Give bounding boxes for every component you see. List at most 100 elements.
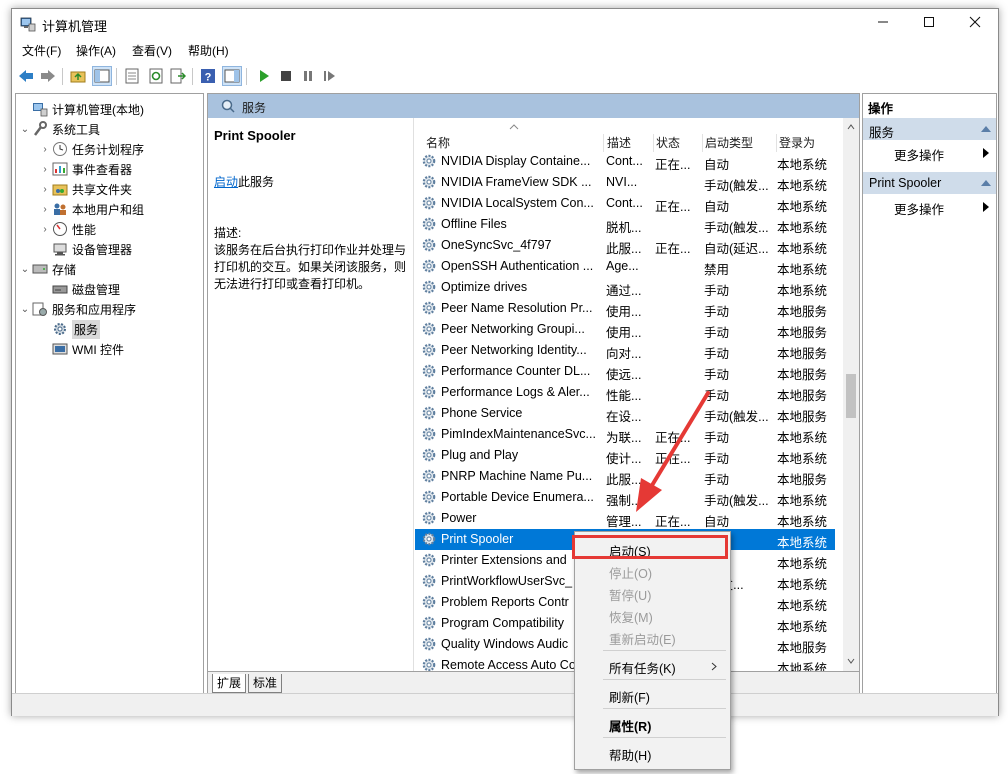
up-folder-button[interactable] bbox=[68, 66, 88, 86]
play-icon bbox=[260, 70, 269, 82]
minimize-button[interactable] bbox=[860, 9, 906, 39]
expanded-chevron-icon[interactable]: ⌄ bbox=[18, 124, 32, 135]
properties-button[interactable] bbox=[122, 66, 142, 86]
tab-standard[interactable]: 标准 bbox=[248, 674, 283, 693]
service-row[interactable]: OneSyncSvc_4f797 此服... 正在... 自动(延迟... 本地系统 bbox=[415, 235, 835, 256]
service-row[interactable]: Offline Files 脱机... 手动(触发... 本地系统 bbox=[415, 214, 835, 235]
service-row[interactable]: Peer Name Resolution Pr... 使用... 手动 本地服务 bbox=[415, 298, 835, 319]
service-row[interactable]: Portable Device Enumera... 强制... 手动(触发... 本… bbox=[415, 487, 835, 508]
context-all-tasks[interactable]: 所有任务(K) bbox=[575, 655, 730, 677]
export-list-button[interactable] bbox=[168, 66, 188, 86]
scrollbar-thumb[interactable] bbox=[846, 374, 856, 418]
service-row[interactable]: OpenSSH Authentication ... Age... 禁用 本地系统 bbox=[415, 256, 835, 277]
back-button[interactable] bbox=[16, 66, 36, 86]
service-description: 使用... bbox=[606, 326, 642, 340]
submenu-arrow-icon bbox=[983, 148, 989, 158]
disk-icon bbox=[52, 285, 68, 294]
column-status[interactable]: 状态 bbox=[654, 118, 702, 151]
column-startup-type[interactable]: 启动类型 bbox=[703, 118, 776, 151]
collapsed-chevron-icon[interactable]: › bbox=[38, 224, 52, 235]
show-action-pane-button[interactable] bbox=[222, 66, 242, 86]
context-refresh[interactable]: 刷新(F) bbox=[575, 684, 730, 706]
service-row[interactable]: NVIDIA FrameView SDK ... NVI... 手动(触发... 本地… bbox=[415, 172, 835, 193]
tree-services-apps[interactable]: ⌄ 服务和应用程序 bbox=[18, 299, 136, 319]
stop-service-button[interactable] bbox=[276, 66, 296, 86]
refresh-button[interactable] bbox=[146, 66, 166, 86]
more-actions-print-spooler[interactable]: 更多操作 bbox=[863, 195, 996, 217]
service-row[interactable]: Performance Logs & Aler... 性能... 手动 本地服务 bbox=[415, 382, 835, 403]
service-gear-icon bbox=[422, 448, 436, 462]
column-description[interactable]: 描述 bbox=[604, 118, 653, 151]
service-gear-icon bbox=[422, 406, 436, 420]
service-row[interactable]: Optimize drives 通过... 手动 本地系统 bbox=[415, 277, 835, 298]
context-properties[interactable]: 属性(R) bbox=[575, 713, 730, 735]
scroll-up-icon[interactable] bbox=[847, 124, 855, 130]
service-row[interactable]: Plug and Play 使计... 正在... 手动 本地系统 bbox=[415, 445, 835, 466]
more-actions-services[interactable]: 更多操作 bbox=[863, 141, 996, 163]
tree-system-tools[interactable]: ⌄ 系统工具 bbox=[18, 119, 100, 139]
service-row[interactable]: NVIDIA Display Containe... Cont... 正在... 自动… bbox=[415, 151, 835, 172]
service-name: Performance Counter DL... bbox=[441, 364, 591, 378]
expanded-chevron-icon[interactable]: ⌄ bbox=[18, 264, 32, 275]
menu-action[interactable]: 操作(A) bbox=[76, 42, 116, 59]
collapse-up-icon[interactable] bbox=[981, 126, 991, 132]
actions-group-services[interactable]: 服务 bbox=[863, 118, 996, 140]
service-row[interactable]: Performance Counter DL... 使远... 手动 本地服务 bbox=[415, 361, 835, 382]
service-row[interactable]: PimIndexMaintenanceSvc... 为联... 正在... 手动 本地系… bbox=[415, 424, 835, 445]
context-pause[interactable]: 暂停(U) bbox=[575, 582, 730, 604]
help-button[interactable]: ? bbox=[198, 66, 218, 86]
tree-shared-folders[interactable]: › 共享文件夹 bbox=[38, 179, 132, 199]
service-row[interactable]: NVIDIA LocalSystem Con... Cont... 正在... 自动 本… bbox=[415, 193, 835, 214]
collapsed-chevron-icon[interactable]: › bbox=[38, 144, 52, 155]
tree-task-scheduler[interactable]: › 任务计划程序 bbox=[38, 139, 144, 159]
tree-performance[interactable]: › 性能 bbox=[38, 219, 96, 239]
menu-file[interactable]: 文件(F) bbox=[22, 42, 61, 59]
show-hide-tree-button[interactable] bbox=[92, 66, 112, 86]
collapsed-chevron-icon[interactable]: › bbox=[38, 164, 52, 175]
context-resume[interactable]: 恢复(M) bbox=[575, 604, 730, 626]
sort-ascending-icon bbox=[509, 124, 519, 130]
tree-wmi[interactable]: WMI 控件 bbox=[38, 339, 124, 359]
vertical-scrollbar[interactable] bbox=[843, 118, 859, 671]
menu-view[interactable]: 查看(V) bbox=[132, 42, 172, 59]
restart-service-button[interactable] bbox=[320, 66, 340, 86]
pause-service-button[interactable] bbox=[298, 66, 318, 86]
tree-services[interactable]: 服务 bbox=[38, 319, 101, 339]
scroll-down-icon[interactable] bbox=[847, 658, 855, 664]
maximize-button[interactable] bbox=[906, 9, 952, 39]
forward-button[interactable] bbox=[38, 66, 58, 86]
context-restart[interactable]: 重新启动(E) bbox=[575, 626, 730, 648]
expanded-chevron-icon[interactable]: ⌄ bbox=[18, 304, 32, 315]
close-button[interactable] bbox=[952, 9, 998, 39]
service-row[interactable]: Peer Networking Identity... 向对... 手动 本地服务 bbox=[415, 340, 835, 361]
tab-extended[interactable]: 扩展 bbox=[212, 674, 247, 693]
context-help[interactable]: 帮助(H) bbox=[575, 742, 730, 764]
context-separator bbox=[603, 650, 726, 651]
services-pane: 服务 Print Spooler 启动此服务 描述: 该服务在后台执行打印作业并… bbox=[207, 93, 860, 695]
tree-local-users[interactable]: › 本地用户和组 bbox=[38, 199, 144, 219]
export-icon bbox=[170, 68, 186, 84]
tree-disk-management[interactable]: 磁盘管理 bbox=[38, 279, 120, 299]
services-gear-icon bbox=[54, 323, 66, 335]
tree-device-manager[interactable]: 设备管理器 bbox=[38, 239, 132, 259]
tree-event-viewer[interactable]: › 事件查看器 bbox=[38, 159, 132, 179]
tree-storage[interactable]: ⌄ 存储 bbox=[18, 259, 76, 279]
column-name[interactable]: 名称 bbox=[415, 118, 603, 151]
service-row[interactable]: Peer Networking Groupi... 使用... 手动 本地服务 bbox=[415, 319, 835, 340]
tree-root[interactable]: 计算机管理(本地) bbox=[18, 99, 144, 119]
start-service-button[interactable] bbox=[254, 66, 274, 86]
service-row[interactable]: Power 管理... 正在... 自动 本地系统 bbox=[415, 508, 835, 529]
performance-icon bbox=[53, 222, 67, 236]
start-service-link[interactable]: 启动 bbox=[214, 175, 238, 189]
collapsed-chevron-icon[interactable]: › bbox=[38, 204, 52, 215]
service-row[interactable]: Phone Service 在设... 手动(触发... 本地服务 bbox=[415, 403, 835, 424]
context-stop[interactable]: 停止(O) bbox=[575, 560, 730, 582]
service-row[interactable]: PNRP Machine Name Pu... 此服... 手动 本地服务 bbox=[415, 466, 835, 487]
collapsed-chevron-icon[interactable]: › bbox=[38, 184, 52, 195]
collapse-up-icon[interactable] bbox=[981, 180, 991, 186]
column-logon[interactable]: 登录为 bbox=[777, 118, 837, 151]
actions-group-print-spooler[interactable]: Print Spooler bbox=[863, 172, 996, 194]
service-gear-icon bbox=[422, 301, 436, 315]
service-logon: 本地系统 bbox=[777, 620, 828, 634]
menu-help[interactable]: 帮助(H) bbox=[188, 42, 229, 59]
